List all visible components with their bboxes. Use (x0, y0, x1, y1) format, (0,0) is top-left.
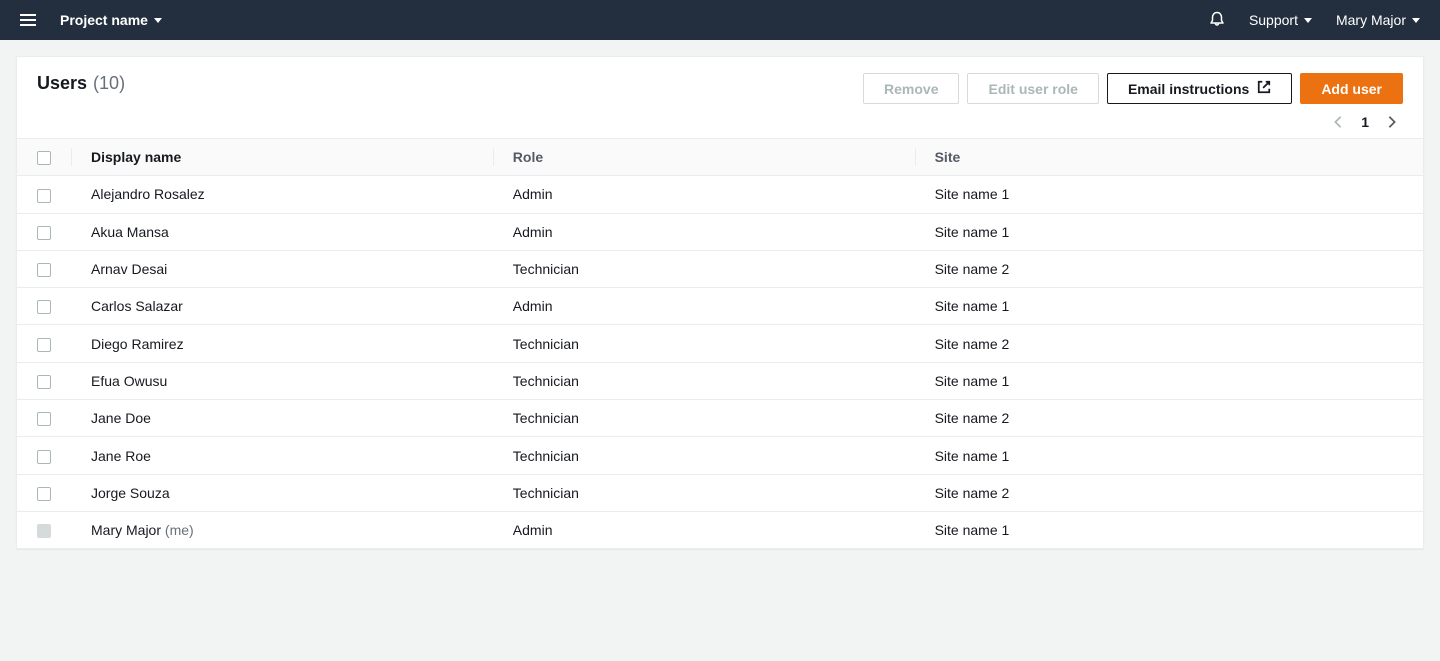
row-checkbox[interactable] (37, 412, 51, 426)
table-row: Arnav DesaiTechnicianSite name 2 (17, 250, 1423, 287)
remove-button[interactable]: Remove (863, 73, 959, 104)
table-row: Alejandro RosalezAdminSite name 1 (17, 176, 1423, 213)
cell-role: Admin (493, 511, 915, 548)
cell-site: Site name 2 (915, 250, 1423, 287)
cell-role: Technician (493, 250, 915, 287)
cell-site: Site name 2 (915, 400, 1423, 437)
column-header-display-name[interactable]: Display name (71, 139, 493, 176)
cell-display-name: Jane Roe (71, 437, 493, 474)
row-checkbox[interactable] (37, 300, 51, 314)
menu-icon[interactable] (20, 14, 36, 26)
edit-user-role-button[interactable]: Edit user role (967, 73, 1098, 104)
cell-site: Site name 1 (915, 362, 1423, 399)
add-user-button[interactable]: Add user (1300, 73, 1403, 104)
table-row: Carlos SalazarAdminSite name 1 (17, 288, 1423, 325)
users-table: Display name Role Site Alejandro Rosalez… (17, 138, 1423, 548)
cell-display-name: Diego Ramirez (71, 325, 493, 362)
row-checkbox[interactable] (37, 487, 51, 501)
cell-role: Admin (493, 213, 915, 250)
project-name-dropdown[interactable]: Project name (60, 12, 162, 28)
table-row: Mary Major (me)AdminSite name 1 (17, 511, 1423, 548)
row-checkbox[interactable] (37, 189, 51, 203)
remove-button-label: Remove (884, 81, 938, 97)
cell-display-name: Arnav Desai (71, 250, 493, 287)
cell-site: Site name 1 (915, 511, 1423, 548)
cell-role: Technician (493, 362, 915, 399)
cell-site: Site name 1 (915, 437, 1423, 474)
cell-role: Technician (493, 325, 915, 362)
cell-site: Site name 1 (915, 213, 1423, 250)
cell-display-name: Jorge Souza (71, 474, 493, 511)
column-header-role[interactable]: Role (493, 139, 915, 176)
cell-role: Technician (493, 474, 915, 511)
table-row: Efua OwusuTechnicianSite name 1 (17, 362, 1423, 399)
table-row: Jorge SouzaTechnicianSite name 2 (17, 474, 1423, 511)
pagination: 1 (1331, 114, 1403, 130)
row-checkbox[interactable] (37, 450, 51, 464)
cell-role: Admin (493, 288, 915, 325)
pagination-prev[interactable] (1331, 115, 1345, 129)
column-header-site[interactable]: Site (915, 139, 1423, 176)
external-link-icon (1257, 80, 1271, 97)
cell-display-name: Carlos Salazar (71, 288, 493, 325)
cell-site: Site name 2 (915, 474, 1423, 511)
caret-down-icon (154, 18, 162, 23)
user-name-label: Mary Major (1336, 12, 1406, 28)
page-title: Users (10) (37, 73, 125, 94)
add-user-label: Add user (1321, 81, 1382, 97)
panel-title-text: Users (37, 73, 87, 94)
users-panel: Users (10) Remove Edit user role Email i… (16, 56, 1424, 549)
cell-display-name: Akua Mansa (71, 213, 493, 250)
row-checkbox (37, 524, 51, 538)
top-navigation: Project name Support Mary Major (0, 0, 1440, 40)
table-row: Jane RoeTechnicianSite name 1 (17, 437, 1423, 474)
caret-down-icon (1304, 18, 1312, 23)
project-name-label: Project name (60, 12, 148, 28)
email-instructions-button[interactable]: Email instructions (1107, 73, 1292, 104)
cell-site: Site name 1 (915, 176, 1423, 213)
pagination-next[interactable] (1385, 115, 1399, 129)
cell-site: Site name 2 (915, 325, 1423, 362)
cell-display-name: Alejandro Rosalez (71, 176, 493, 213)
cell-display-name: Efua Owusu (71, 362, 493, 399)
cell-display-name: Jane Doe (71, 400, 493, 437)
cell-site: Site name 1 (915, 288, 1423, 325)
table-row: Akua MansaAdminSite name 1 (17, 213, 1423, 250)
cell-role: Admin (493, 176, 915, 213)
notifications-icon[interactable] (1209, 11, 1225, 30)
user-menu-dropdown[interactable]: Mary Major (1336, 12, 1420, 28)
row-checkbox[interactable] (37, 226, 51, 240)
edit-role-button-label: Edit user role (988, 81, 1077, 97)
support-label: Support (1249, 12, 1298, 28)
row-checkbox[interactable] (37, 338, 51, 352)
support-dropdown[interactable]: Support (1249, 12, 1312, 28)
select-all-checkbox[interactable] (37, 151, 51, 165)
table-row: Jane DoeTechnicianSite name 2 (17, 400, 1423, 437)
cell-role: Technician (493, 437, 915, 474)
panel-count: (10) (93, 73, 125, 94)
table-row: Diego RamirezTechnicianSite name 2 (17, 325, 1423, 362)
row-checkbox[interactable] (37, 375, 51, 389)
pagination-page[interactable]: 1 (1361, 114, 1369, 130)
cell-role: Technician (493, 400, 915, 437)
email-instructions-label: Email instructions (1128, 81, 1249, 97)
row-checkbox[interactable] (37, 263, 51, 277)
caret-down-icon (1412, 18, 1420, 23)
cell-display-name: Mary Major (me) (71, 511, 493, 548)
